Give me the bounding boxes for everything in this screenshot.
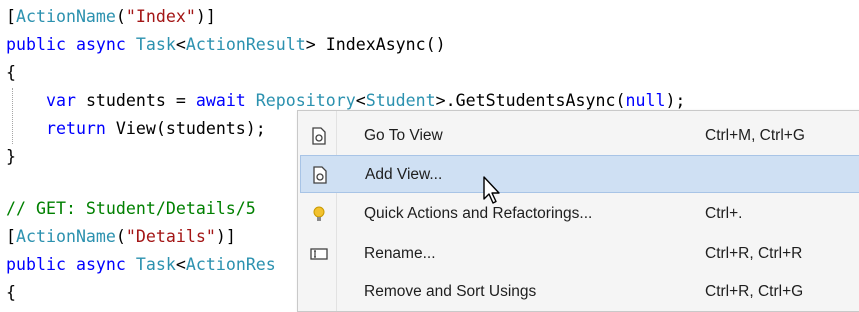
rename-icon bbox=[310, 245, 328, 263]
code-token: public bbox=[6, 255, 66, 274]
code-token: } bbox=[6, 147, 16, 166]
code-token: var bbox=[45, 91, 76, 110]
code-token: "Details" bbox=[125, 227, 216, 246]
code-token: ActionRes bbox=[185, 255, 276, 274]
menu-item-label: Remove and Sort Usings bbox=[364, 283, 537, 300]
code-token: ( bbox=[115, 7, 126, 26]
mouse-pointer-icon bbox=[482, 176, 504, 206]
code-line[interactable]: public async Task<ActionRes bbox=[6, 251, 276, 279]
code-line[interactable]: // GET: Student/Details/5 bbox=[6, 195, 256, 223]
code-line[interactable]: { bbox=[6, 59, 16, 87]
menu-item-add-view[interactable]: Add View... bbox=[300, 155, 859, 193]
code-token: ActionResult bbox=[185, 35, 306, 54]
menu-item-rename[interactable]: Rename... Ctrl+R, Ctrl+R bbox=[300, 235, 859, 273]
view-file-icon bbox=[311, 166, 329, 184]
code-line[interactable]: } bbox=[6, 143, 16, 171]
code-token: ActionName bbox=[16, 227, 116, 246]
menu-item-shortcut: Ctrl+. bbox=[705, 205, 743, 222]
code-line[interactable]: public async Task<ActionResult> IndexAsy… bbox=[6, 31, 446, 59]
menu-item-label: Rename... bbox=[364, 245, 436, 262]
code-token: < bbox=[355, 91, 366, 110]
menu-item-go-to-view[interactable]: Go To View Ctrl+M, Ctrl+G bbox=[300, 117, 859, 155]
code-token: Student bbox=[365, 91, 436, 110]
code-token: >.GetStudentsAsync( bbox=[435, 91, 626, 110]
code-token: ); bbox=[665, 91, 686, 110]
code-token: Task bbox=[135, 35, 176, 54]
code-line[interactable]: return View(students); bbox=[6, 115, 266, 143]
menu-item-shortcut: Ctrl+R, Ctrl+R bbox=[705, 245, 803, 262]
code-token: Task bbox=[135, 255, 176, 274]
code-token: students = bbox=[75, 91, 196, 110]
code-token: < bbox=[175, 35, 186, 54]
code-line[interactable]: [ActionName("Index")] bbox=[6, 3, 216, 31]
code-token: ActionName bbox=[16, 7, 116, 26]
code-token: Repository bbox=[255, 91, 356, 110]
lightbulb-icon bbox=[310, 205, 328, 223]
code-token: [ bbox=[6, 227, 16, 246]
menu-item-shortcut: Ctrl+R, Ctrl+G bbox=[705, 283, 804, 300]
code-token: View(students); bbox=[105, 119, 266, 138]
code-token: // GET: Student/Details/5 bbox=[6, 199, 256, 218]
code-token: < bbox=[175, 255, 186, 274]
code-token: ( bbox=[115, 227, 126, 246]
code-token: { bbox=[6, 63, 16, 82]
code-token: await bbox=[195, 91, 246, 110]
code-token: [ bbox=[6, 7, 16, 26]
menu-item-label: Add View... bbox=[365, 166, 443, 183]
code-line[interactable]: { bbox=[6, 279, 16, 307]
code-token: null bbox=[625, 91, 666, 110]
menu-item-remove-sort-usings[interactable]: Remove and Sort Usings Ctrl+R, Ctrl+G bbox=[300, 273, 859, 311]
code-token: "Index" bbox=[125, 7, 196, 26]
code-token: )] bbox=[195, 7, 216, 26]
code-token: )] bbox=[215, 227, 236, 246]
menu-item-label: Go To View bbox=[364, 127, 443, 144]
code-token: async bbox=[75, 35, 126, 54]
view-file-icon bbox=[310, 127, 328, 145]
menu-item-quick-actions[interactable]: Quick Actions and Refactorings... Ctrl+. bbox=[300, 195, 859, 233]
code-token: return bbox=[45, 119, 106, 138]
menu-item-shortcut: Ctrl+M, Ctrl+G bbox=[705, 127, 805, 144]
context-menu: Go To View Ctrl+M, Ctrl+G Add View... Qu… bbox=[297, 110, 859, 312]
code-token: > IndexAsync() bbox=[305, 35, 446, 54]
code-line[interactable]: [ActionName("Details")] bbox=[6, 223, 236, 251]
menu-item-label: Quick Actions and Refactorings... bbox=[364, 205, 593, 222]
code-token: public bbox=[6, 35, 66, 54]
code-token: async bbox=[75, 255, 126, 274]
